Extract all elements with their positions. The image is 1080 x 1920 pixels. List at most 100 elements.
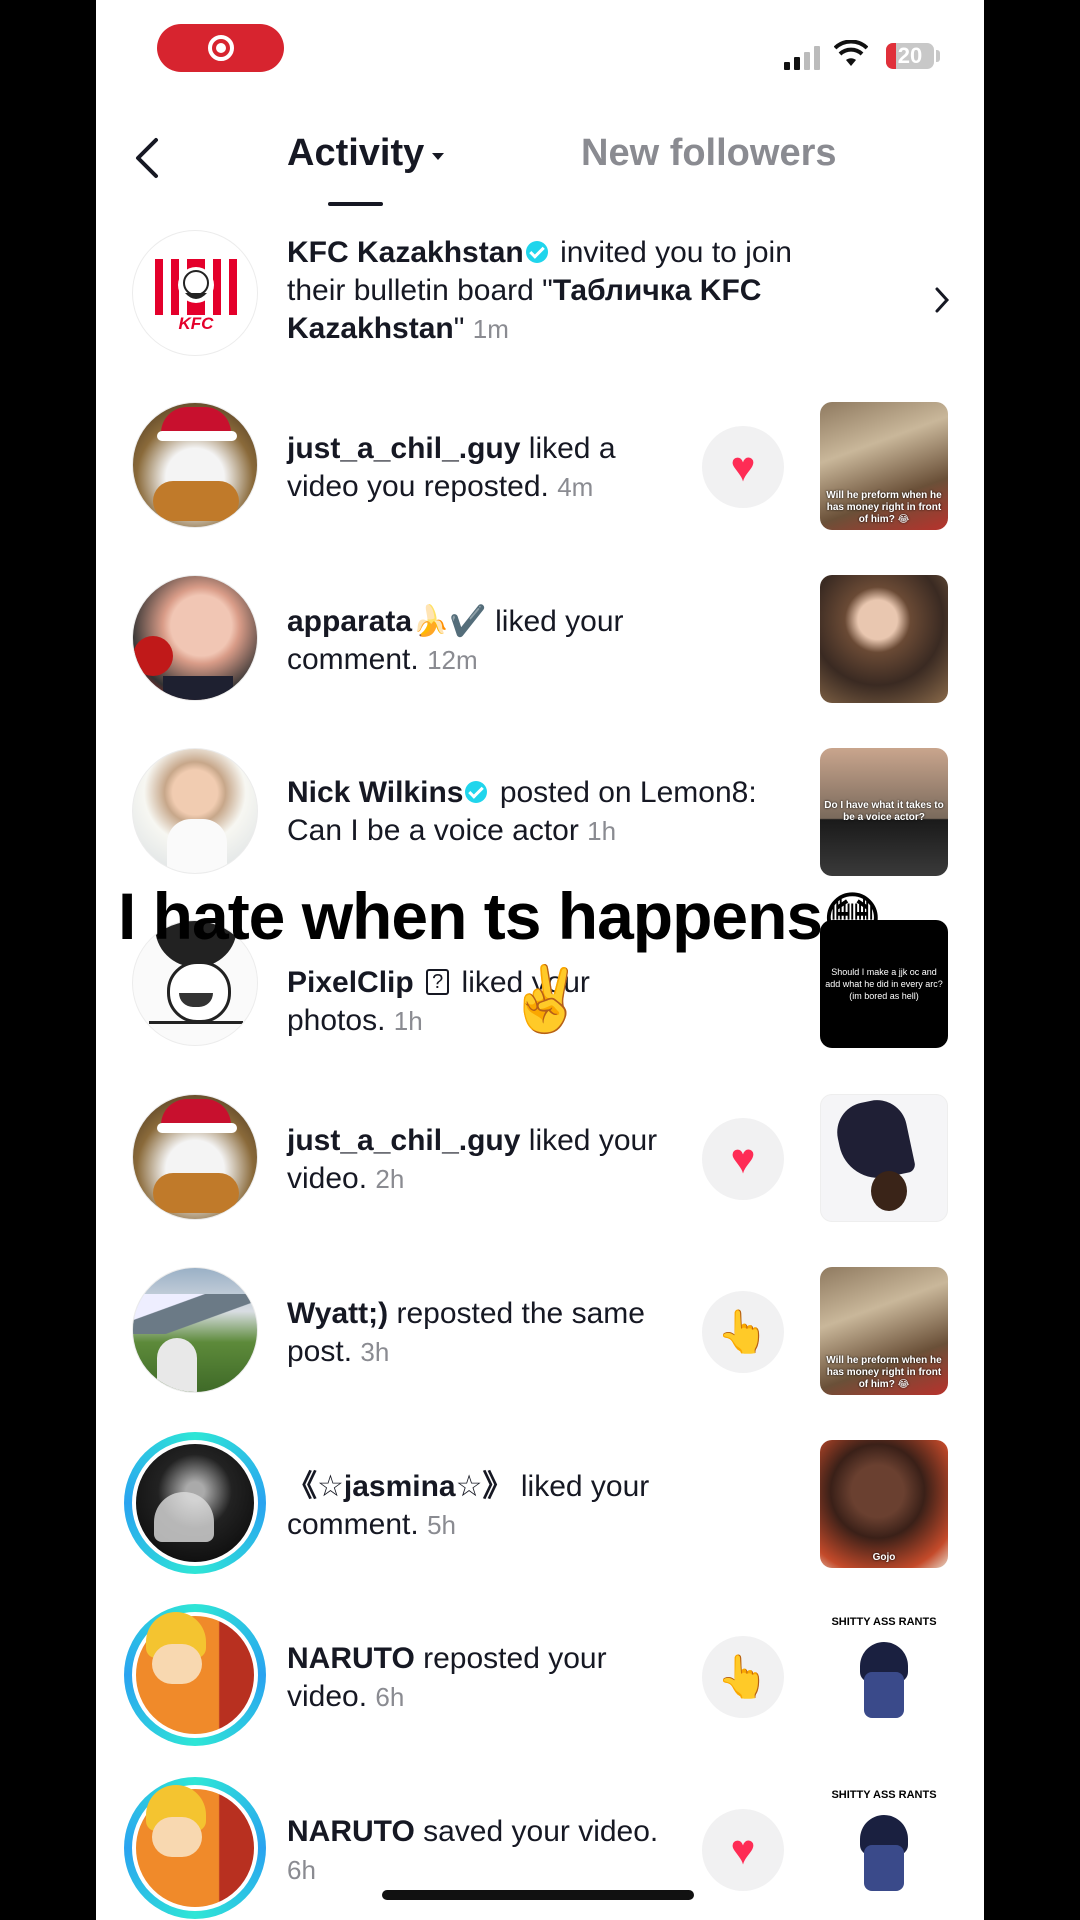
video-thumbnail[interactable]: Will he preform when he has money right … bbox=[820, 402, 948, 530]
heart-icon: ♥ bbox=[730, 1135, 756, 1182]
notification-text: just_a_chil_.guy liked a video you repos… bbox=[287, 430, 687, 506]
avatar bbox=[132, 1785, 258, 1911]
username[interactable]: PixelClip bbox=[287, 966, 414, 999]
thumbnail-caption: Do I have what it takes to be a voice ac… bbox=[824, 800, 944, 823]
screen-recording-indicator[interactable] bbox=[157, 24, 284, 72]
like-button[interactable]: ♥ bbox=[702, 426, 784, 508]
username[interactable]: KFC Kazakhstan bbox=[287, 236, 524, 269]
video-thumbnail[interactable]: Gojo bbox=[820, 1440, 948, 1568]
overlay-caption: I hate when ts happens😳 bbox=[118, 878, 883, 954]
video-thumbnail[interactable] bbox=[820, 575, 948, 703]
thumbnail-caption: Gojo bbox=[872, 1552, 896, 1563]
notification-text: just_a_chil_.guy liked your video. 2h bbox=[287, 1122, 687, 1198]
thumbnail-caption: Should I make a jjk oc and add what he d… bbox=[825, 967, 943, 1001]
quote-mark: " bbox=[453, 312, 465, 345]
repost-button[interactable]: 👆 bbox=[702, 1636, 784, 1718]
tab-activity[interactable]: Activity bbox=[287, 132, 445, 175]
notification-row[interactable]: Nick Wilkins posted on Lemon8: Can I be … bbox=[96, 748, 984, 878]
video-thumbnail[interactable]: SHITTY ASS RANTS bbox=[820, 1612, 948, 1740]
avatar-story-ring[interactable] bbox=[124, 1432, 266, 1574]
avatar[interactable] bbox=[132, 402, 258, 528]
video-thumbnail[interactable] bbox=[820, 1094, 948, 1222]
notification-row[interactable]: apparata🍌✔️ liked your comment. 12m bbox=[96, 575, 984, 705]
timestamp: 6h bbox=[375, 1682, 405, 1712]
thumbnail-caption: Will he preform when he has money right … bbox=[826, 1355, 942, 1390]
username[interactable]: apparata🍌✔️ bbox=[287, 605, 487, 638]
avatar-story-ring[interactable] bbox=[124, 1604, 266, 1746]
flushed-face-emoji: 😳 bbox=[822, 887, 882, 952]
avatar[interactable] bbox=[132, 1094, 258, 1220]
battery-tip bbox=[936, 50, 940, 62]
battery-icon: 20 bbox=[886, 43, 934, 69]
notification-text: KFC Kazakhstan invited you to join their… bbox=[287, 234, 797, 348]
username[interactable]: NARUTO bbox=[287, 1642, 415, 1675]
heart-icon: ♥ bbox=[730, 443, 756, 490]
notification-row[interactable]: NARUTO reposted your video. 6h 👆 SHITTY … bbox=[96, 1604, 984, 1746]
username[interactable]: just_a_chil_.guy bbox=[287, 1124, 520, 1157]
verified-badge-icon bbox=[525, 241, 548, 264]
wifi-icon bbox=[834, 40, 868, 66]
tab-active-indicator bbox=[328, 202, 383, 206]
notification-text: Wyatt;) reposted the same post. 3h bbox=[287, 1295, 687, 1371]
unknown-glyph-icon: ? bbox=[426, 969, 450, 996]
avatar[interactable]: KFC bbox=[132, 230, 258, 356]
tab-new-followers[interactable]: New followers bbox=[581, 132, 837, 175]
pointing-hand-icon: 👆 bbox=[716, 1652, 770, 1700]
username[interactable]: 《☆jasmina☆》 bbox=[287, 1470, 513, 1503]
username[interactable]: Nick Wilkins bbox=[287, 776, 463, 809]
timestamp: 2h bbox=[375, 1164, 405, 1194]
caret-down-icon bbox=[432, 153, 445, 160]
home-indicator[interactable] bbox=[382, 1890, 694, 1900]
timestamp: 1h bbox=[393, 1006, 423, 1036]
timestamp: 1h bbox=[587, 816, 617, 846]
notification-row[interactable]: just_a_chil_.guy liked a video you repos… bbox=[96, 402, 984, 532]
username[interactable]: NARUTO bbox=[287, 1815, 415, 1848]
timestamp: 4m bbox=[557, 472, 594, 502]
thumbnail-caption: SHITTY ASS RANTS bbox=[831, 1789, 937, 1801]
thumbnail-caption: Will he preform when he has money right … bbox=[826, 490, 942, 525]
notification-text: NARUTO reposted your video. 6h bbox=[287, 1640, 687, 1716]
notification-text: PixelClip ? liked your photos. 1h bbox=[287, 964, 687, 1040]
notification-text: 《☆jasmina☆》 liked your comment. 5h bbox=[287, 1468, 687, 1544]
notification-text: NARUTO saved your video. 6h bbox=[287, 1813, 687, 1889]
repost-button[interactable]: 👆 bbox=[702, 1291, 784, 1373]
username[interactable]: Wyatt;) bbox=[287, 1297, 388, 1330]
back-arrow-icon[interactable] bbox=[130, 136, 166, 180]
kfc-logo-icon: KFC bbox=[155, 259, 237, 333]
pointing-hand-icon: 👆 bbox=[716, 1307, 770, 1355]
timestamp: 1m bbox=[472, 314, 509, 344]
save-button[interactable]: ♥ bbox=[702, 1809, 784, 1891]
notification-row[interactable]: 《☆jasmina☆》 liked your comment. 5h Gojo bbox=[96, 1432, 984, 1574]
avatar[interactable] bbox=[132, 575, 258, 701]
battery-level: 20 bbox=[897, 43, 923, 68]
verified-badge-icon bbox=[465, 781, 488, 804]
video-thumbnail[interactable]: Will he preform when he has money right … bbox=[820, 1267, 948, 1395]
timestamp: 3h bbox=[360, 1337, 390, 1367]
thumbnail-caption: SHITTY ASS RANTS bbox=[831, 1616, 937, 1628]
timestamp: 12m bbox=[427, 645, 478, 675]
notification-text: apparata🍌✔️ liked your comment. 12m bbox=[287, 603, 687, 679]
lemon8-thumbnail[interactable]: Do I have what it takes to be a voice ac… bbox=[820, 748, 948, 876]
avatar bbox=[132, 1440, 258, 1566]
avatar[interactable] bbox=[132, 748, 258, 874]
avatar[interactable] bbox=[132, 1267, 258, 1393]
notification-text: Nick Wilkins posted on Lemon8: Can I be … bbox=[287, 774, 797, 850]
like-button[interactable]: ♥ bbox=[702, 1118, 784, 1200]
notification-row[interactable]: just_a_chil_.guy liked your video. 2h ♥ bbox=[96, 1094, 984, 1224]
notification-row[interactable]: KFC KFC Kazakhstan invited you to join t… bbox=[96, 230, 984, 360]
record-icon bbox=[207, 35, 234, 61]
action-text: saved your video. bbox=[423, 1815, 659, 1848]
avatar-story-ring[interactable] bbox=[124, 1777, 266, 1919]
svg-text:KFC: KFC bbox=[179, 314, 215, 333]
username[interactable]: just_a_chil_.guy bbox=[287, 432, 520, 465]
avatar bbox=[132, 1612, 258, 1738]
tab-activity-label: Activity bbox=[287, 132, 425, 174]
activity-screen: 20 Activity New followers KFC KFC Kazakh… bbox=[96, 0, 984, 1920]
video-thumbnail[interactable]: SHITTY ASS RANTS bbox=[820, 1785, 948, 1913]
cellular-signal-icon bbox=[784, 44, 820, 70]
chevron-right-icon[interactable] bbox=[934, 286, 950, 314]
overlay-caption-text: I hate when ts happens bbox=[118, 879, 823, 953]
timestamp: 6h bbox=[287, 1855, 316, 1885]
notification-row[interactable]: Wyatt;) reposted the same post. 3h 👆 Wil… bbox=[96, 1267, 984, 1397]
peace-sign-emoji: ✌️ bbox=[506, 963, 586, 1035]
